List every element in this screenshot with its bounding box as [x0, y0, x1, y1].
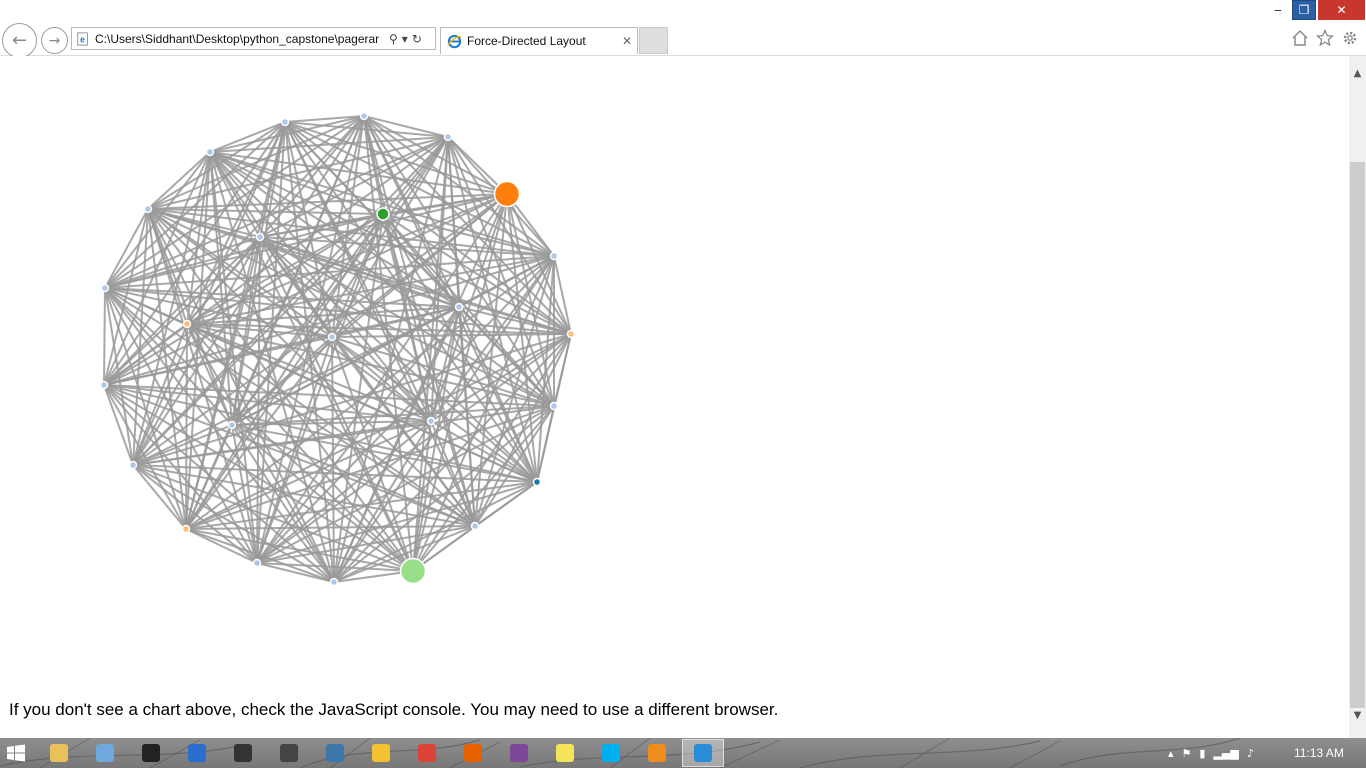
gear-icon[interactable]	[1340, 28, 1360, 48]
close-button[interactable]: ✕	[1318, 0, 1365, 20]
browser-toolbar: ← → e C:\Users\Siddhant\Desktop\python_c…	[0, 22, 1366, 58]
sticky-notes-icon	[556, 744, 574, 762]
file-explorer-icon	[50, 744, 68, 762]
show-hidden-icons-icon[interactable]: ▴	[1168, 747, 1174, 760]
graph-node[interactable]	[227, 420, 237, 430]
console-icon	[280, 744, 298, 762]
taskbar: ▴ ⚑ ▮ ▂▄▆ ♪ 11:13 AM	[0, 738, 1366, 768]
ie-page-icon: e	[77, 31, 88, 46]
scrollbar-thumb[interactable]	[1350, 162, 1365, 708]
taskbar-tor-browser-button[interactable]	[498, 739, 540, 767]
graph-node[interactable]	[493, 180, 521, 208]
graph-node[interactable]	[280, 117, 290, 127]
taskbar-media-player-button[interactable]	[636, 739, 678, 767]
star-icon[interactable]	[1315, 28, 1335, 48]
graph-node[interactable]	[100, 283, 110, 293]
graph-node[interactable]	[376, 207, 390, 221]
graph-node[interactable]	[128, 460, 138, 470]
browser-warning-note: If you don't see a chart above, check th…	[9, 700, 779, 719]
battery-icon[interactable]: ▮	[1199, 747, 1205, 760]
graph-node[interactable]	[549, 251, 559, 261]
terminal-icon	[234, 744, 252, 762]
graph-edge	[185, 323, 188, 530]
address-bar[interactable]: e C:\Users\Siddhant\Desktop\python_capst…	[71, 27, 436, 50]
home-icon[interactable]	[1290, 28, 1310, 48]
command-prompt-icon	[142, 744, 160, 762]
taskbar-firefox-button[interactable]	[452, 739, 494, 767]
refresh-icon[interactable]: ↻	[412, 32, 422, 46]
graph-node[interactable]	[359, 111, 369, 121]
system-tray: ▴ ⚑ ▮ ▂▄▆ ♪	[1168, 738, 1254, 768]
taskbar-python-button[interactable]	[314, 739, 356, 767]
graph-node[interactable]	[255, 232, 265, 242]
clock[interactable]: 11:13 AM	[1294, 746, 1344, 760]
restore-button[interactable]: ❐	[1292, 0, 1316, 20]
graph-node[interactable]	[205, 147, 215, 157]
graph-node[interactable]	[426, 416, 436, 426]
taskbar-photo-viewer-button[interactable]	[84, 739, 126, 767]
taskbar-console-button[interactable]	[268, 739, 310, 767]
firefox-icon	[464, 744, 482, 762]
forward-button[interactable]: →	[41, 27, 68, 54]
graph-node[interactable]	[454, 302, 464, 312]
volume-icon[interactable]: ♪	[1247, 747, 1254, 760]
back-button[interactable]: ←	[2, 23, 37, 58]
graph-edge	[103, 287, 106, 386]
skype-icon	[602, 744, 620, 762]
tab-force-directed-layout[interactable]: Force-Directed Layout ✕	[440, 27, 638, 54]
graph-node[interactable]	[470, 521, 480, 531]
graph-node[interactable]	[252, 558, 262, 568]
taskbar-internet-explorer-button[interactable]	[682, 739, 724, 767]
media-player-icon	[648, 744, 666, 762]
title-bar: ‒ ❐ ✕	[0, 0, 1366, 22]
minimize-button[interactable]: ‒	[1266, 0, 1290, 20]
graph-node[interactable]	[99, 380, 109, 390]
search-icon[interactable]: ⚲	[389, 32, 398, 46]
graph-node[interactable]	[566, 329, 576, 339]
graph-node[interactable]	[327, 332, 337, 342]
page-content: If you don't see a chart above, check th…	[0, 56, 1349, 738]
taskbar-command-prompt-button[interactable]	[130, 739, 172, 767]
ie-logo-icon	[447, 34, 462, 48]
scroll-up-arrow-icon[interactable]: ▲	[1349, 68, 1366, 82]
graph-node[interactable]	[443, 132, 453, 142]
address-dropdown-icon[interactable]: ▾	[402, 32, 408, 46]
scroll-down-arrow-icon[interactable]: ▼	[1349, 710, 1366, 724]
tab-close-icon[interactable]: ✕	[622, 34, 632, 48]
address-text[interactable]: C:\Users\Siddhant\Desktop\python_capston…	[95, 32, 385, 46]
network-icon[interactable]: ▂▄▆	[1213, 747, 1238, 760]
new-tab-button[interactable]	[639, 27, 668, 54]
taskbar-skype-button[interactable]	[590, 739, 632, 767]
graph-node[interactable]	[181, 524, 191, 534]
force-directed-graph[interactable]	[0, 56, 700, 656]
action-center-icon[interactable]: ⚑	[1182, 747, 1192, 760]
r-gui-icon	[188, 744, 206, 762]
graph-node[interactable]	[182, 319, 192, 329]
svg-text:e: e	[80, 34, 85, 44]
taskbar-r-gui-button[interactable]	[176, 739, 218, 767]
graph-node[interactable]	[143, 204, 153, 214]
vertical-scrollbar[interactable]: ▲ ▼	[1349, 56, 1366, 738]
python-icon	[326, 744, 344, 762]
chrome-icon	[418, 744, 436, 762]
internet-explorer-icon	[694, 744, 712, 762]
graph-node[interactable]	[549, 401, 559, 411]
taskbar-chrome-button[interactable]	[406, 739, 448, 767]
photo-viewer-icon	[96, 744, 114, 762]
start-button[interactable]	[6, 744, 26, 762]
tor-browser-icon	[510, 744, 528, 762]
graph-node[interactable]	[329, 577, 339, 587]
graph-node[interactable]	[399, 557, 427, 585]
taskbar-file-explorer-button[interactable]	[38, 739, 80, 767]
python-shell-icon	[372, 744, 390, 762]
taskbar-python-shell-button[interactable]	[360, 739, 402, 767]
graph-node[interactable]	[532, 477, 542, 487]
tab-title: Force-Directed Layout	[467, 34, 586, 48]
taskbar-sticky-notes-button[interactable]	[544, 739, 586, 767]
taskbar-terminal-button[interactable]	[222, 739, 264, 767]
